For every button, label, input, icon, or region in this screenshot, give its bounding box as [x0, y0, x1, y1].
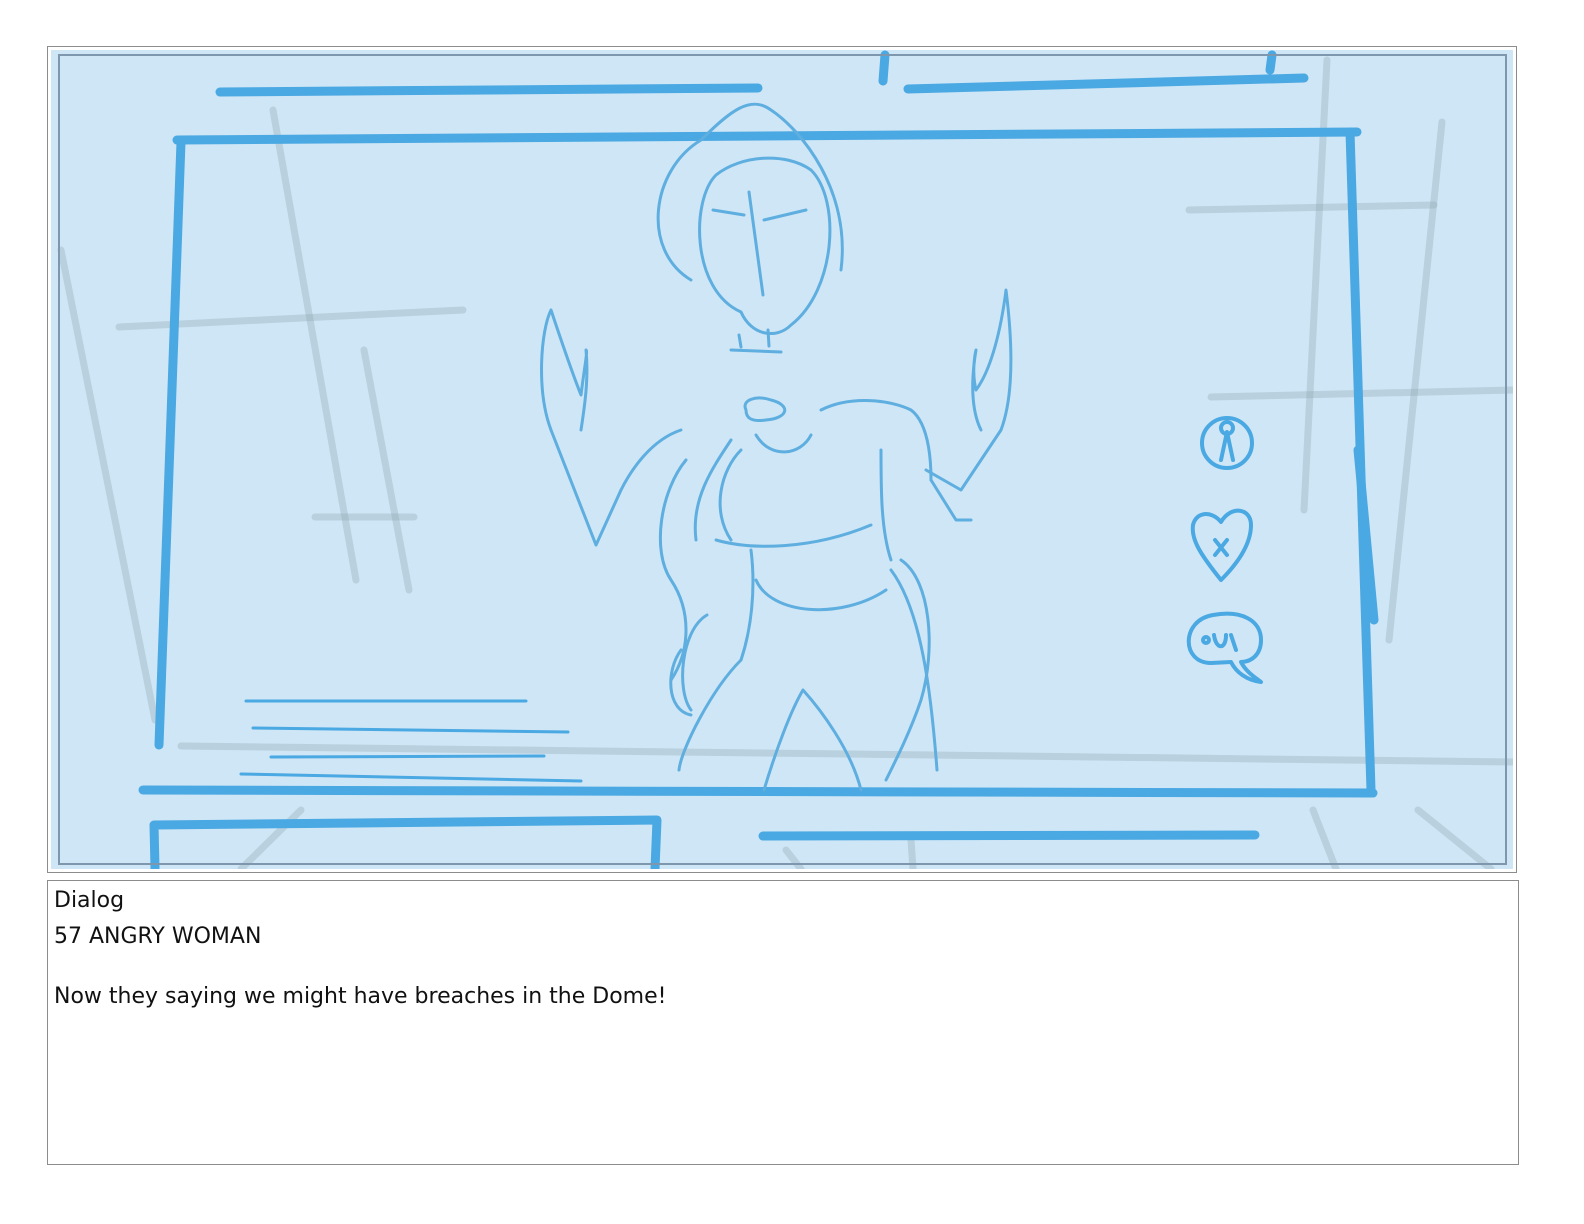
- dialog-label: Dialog: [54, 888, 125, 913]
- dialog-character: 57 ANGRY WOMAN: [54, 924, 262, 949]
- dialog-line: Now they saying we might have breaches i…: [54, 984, 667, 1009]
- eye-right: [766, 328, 771, 348]
- panel-sketch: [51, 50, 1513, 869]
- dialog-box: Dialog 57 ANGRY WOMAN Now they saying we…: [47, 880, 1519, 1165]
- sketch-canvas: [51, 50, 1513, 869]
- mouth-line: [729, 348, 783, 354]
- storyboard-panel: [47, 46, 1517, 873]
- eye-left: [737, 333, 743, 349]
